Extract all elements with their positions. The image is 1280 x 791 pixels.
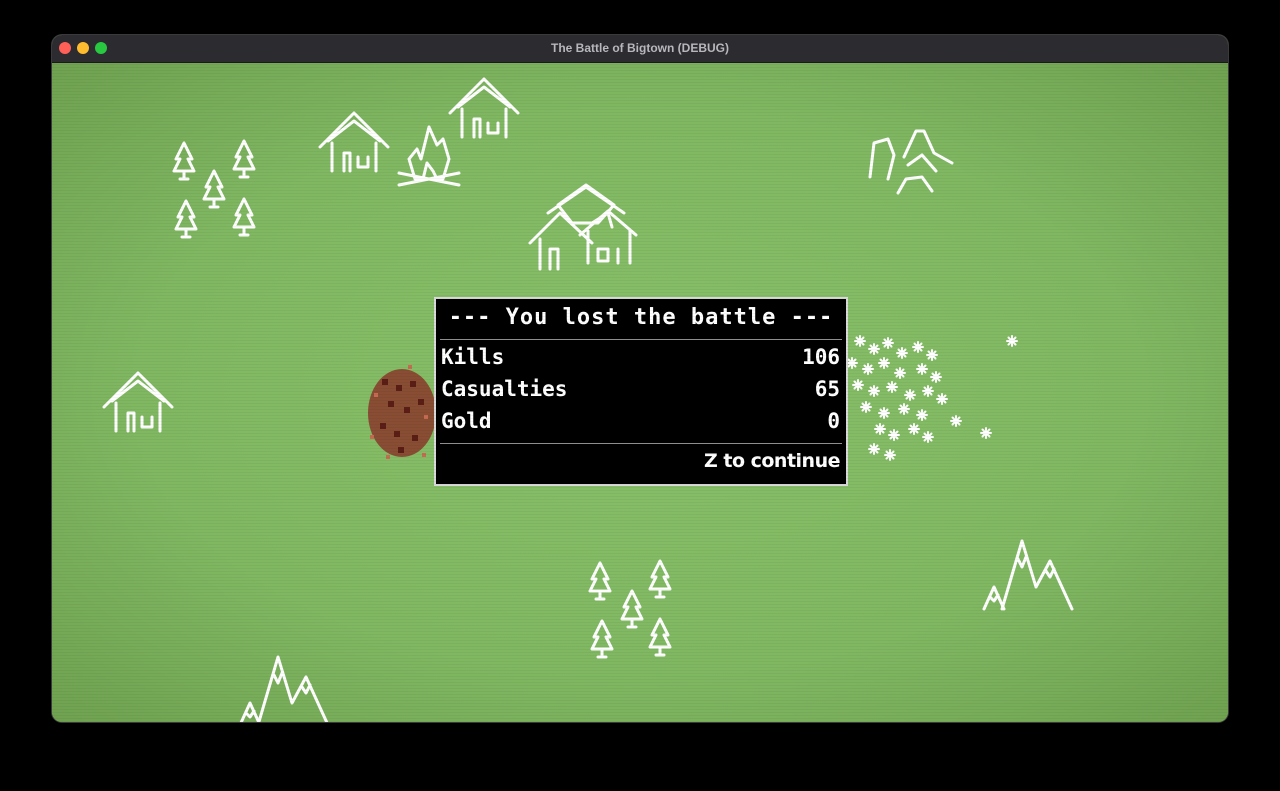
window-title: The Battle of Bigtown (DEBUG) — [551, 41, 729, 55]
mountain-southwest — [238, 655, 330, 722]
enemy-army — [846, 335, 1018, 461]
player-army — [368, 365, 436, 459]
game-window: The Battle of Bigtown (DEBUG) --- You lo… — [52, 35, 1228, 722]
title-bar: The Battle of Bigtown (DEBUG) — [52, 35, 1228, 63]
house-north — [318, 111, 390, 173]
stat-row-casualties: Casualties 65 — [441, 377, 840, 405]
house-northeast — [448, 77, 520, 139]
stat-label: Kills — [441, 345, 505, 369]
house-west — [102, 371, 174, 433]
stat-label: Casualties — [441, 377, 568, 401]
stat-label: Gold — [441, 409, 492, 433]
stat-value: 0 — [827, 409, 840, 433]
continue-prompt[interactable]: Z to continue — [704, 450, 841, 472]
battle-result-dialog: --- You lost the battle --- Kills 106 Ca… — [434, 297, 848, 486]
town-hall — [528, 183, 638, 271]
stat-value: 65 — [814, 377, 840, 401]
tree-cluster-northwest — [172, 139, 256, 239]
heading-divider — [440, 339, 842, 340]
stat-value: 106 — [802, 345, 840, 369]
campfire — [397, 125, 461, 187]
tree-cluster-south — [588, 559, 672, 659]
stat-row-kills: Kills 106 — [441, 345, 840, 373]
rock-formation — [868, 129, 954, 195]
stat-row-gold: Gold 0 — [441, 409, 840, 437]
mountain-east — [982, 539, 1074, 611]
battlefield[interactable]: --- You lost the battle --- Kills 106 Ca… — [52, 63, 1228, 722]
stats-divider — [440, 443, 842, 444]
battle-result-heading: --- You lost the battle --- — [448, 305, 834, 330]
